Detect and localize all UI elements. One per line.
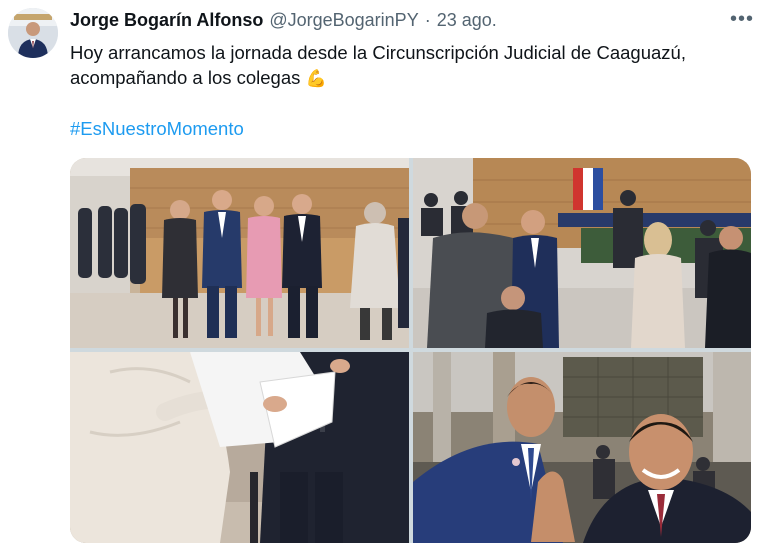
author-handle[interactable]: @JorgeBogarinPY: [269, 10, 418, 31]
flexed-biceps-emoji: 💪: [305, 69, 327, 88]
avatar-photo: [8, 8, 58, 58]
photo-4-image: [413, 352, 751, 543]
photo-3-image: [70, 352, 409, 543]
photo-1[interactable]: [70, 158, 409, 348]
photo-4[interactable]: [413, 352, 751, 543]
tweet-text: Hoy arrancamos la jornada desde la Circu…: [70, 40, 760, 91]
author-avatar[interactable]: [8, 8, 58, 58]
tweet-header: Jorge Bogarín Alfonso @JorgeBogarinPY · …: [70, 10, 758, 34]
more-options-icon[interactable]: •••: [730, 8, 754, 31]
author-name[interactable]: Jorge Bogarín Alfonso: [70, 10, 263, 31]
tweet-text-line-2: acompañando a los colegas 💪: [70, 65, 760, 91]
photo-1-image: [70, 158, 409, 348]
tweet-date[interactable]: 23 ago.: [437, 10, 497, 31]
tweet-text-line-2-text: acompañando a los colegas: [70, 67, 301, 88]
separator-dot: ·: [424, 10, 431, 30]
media-grid: [70, 158, 751, 543]
photo-2[interactable]: [413, 158, 751, 348]
photo-3[interactable]: [70, 352, 409, 543]
photo-2-image: [413, 158, 751, 348]
tweet-text-line-1: Hoy arrancamos la jornada desde la Circu…: [70, 42, 686, 63]
hashtag-link[interactable]: #EsNuestroMomento: [70, 118, 244, 140]
